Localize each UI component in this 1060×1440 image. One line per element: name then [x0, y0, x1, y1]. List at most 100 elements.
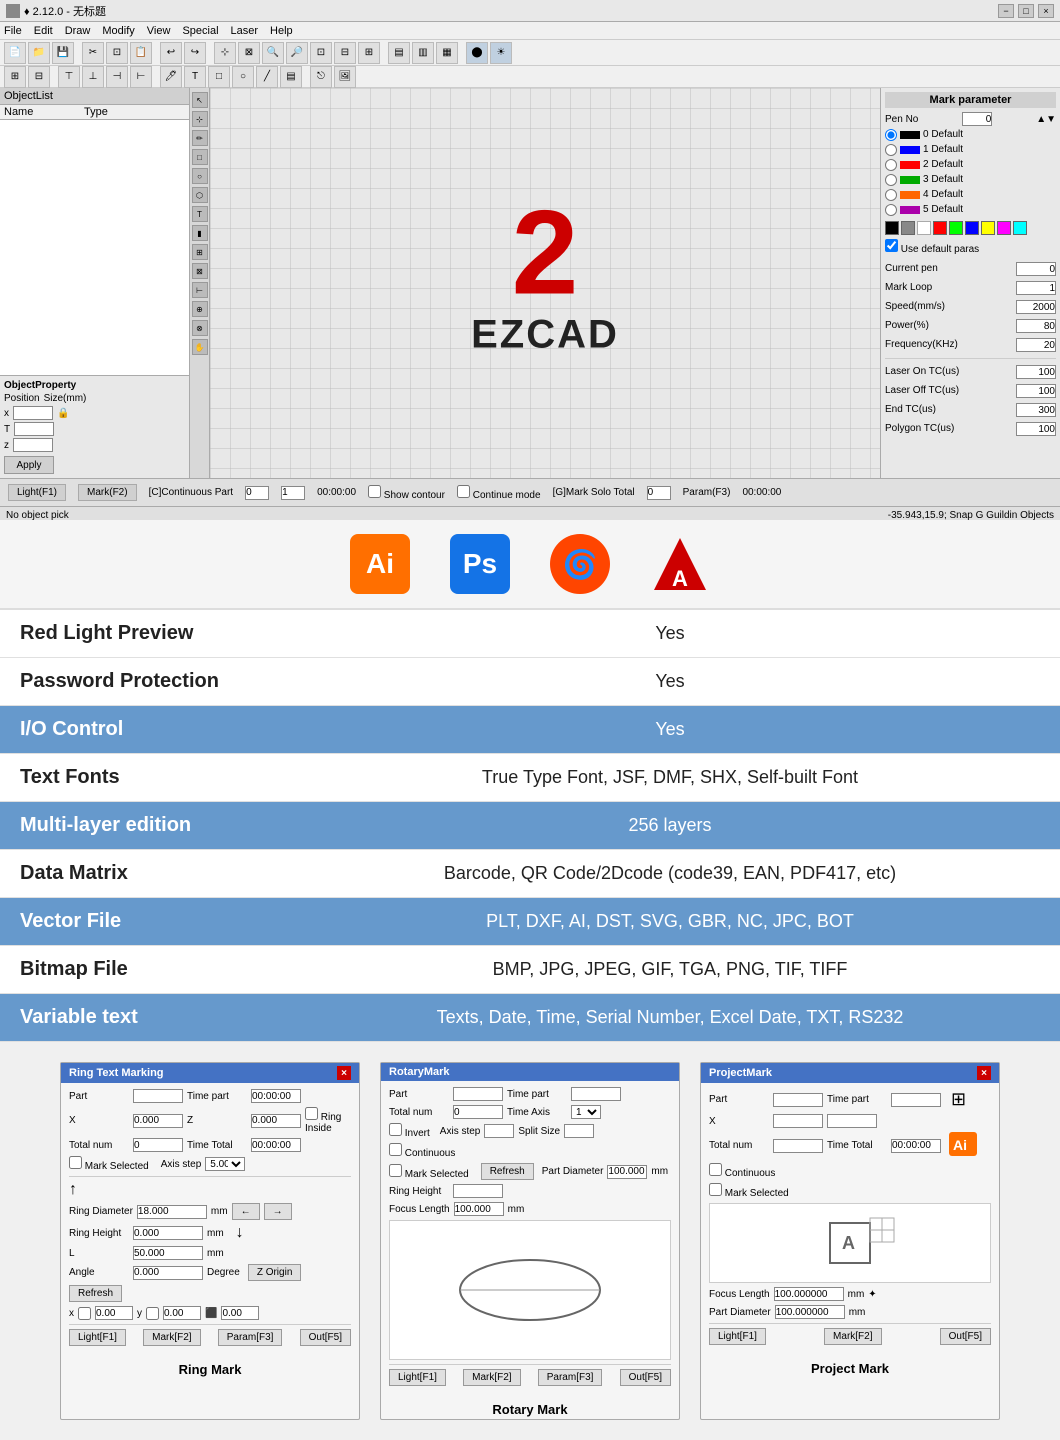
- menu-view[interactable]: View: [147, 25, 171, 37]
- ring-light-btn[interactable]: Light[F1]: [69, 1329, 126, 1346]
- rotary-partdiam-input[interactable]: [607, 1165, 647, 1179]
- select-tool[interactable]: ↖: [192, 92, 208, 108]
- ring-right-btn[interactable]: →: [264, 1203, 292, 1220]
- continuous-p-input[interactable]: [245, 486, 269, 500]
- tb-align-left[interactable]: ▤: [388, 42, 410, 64]
- tb-undo[interactable]: ↩: [160, 42, 182, 64]
- swatch-yellow[interactable]: [981, 221, 995, 235]
- tb-copy[interactable]: ⊡: [106, 42, 128, 64]
- barcode-tool[interactable]: ▮: [192, 225, 208, 241]
- project-timepart-input[interactable]: [891, 1093, 941, 1107]
- ring-mark-btn[interactable]: Mark[F2]: [143, 1329, 200, 1346]
- rotary-timepart-input[interactable]: [571, 1087, 621, 1101]
- ring-dialog-close[interactable]: ×: [337, 1066, 351, 1080]
- tb-align-bottom[interactable]: ⊥: [82, 66, 104, 88]
- rect-tool[interactable]: □: [192, 149, 208, 165]
- font-icon[interactable]: A: [650, 534, 710, 594]
- pen-radio-5[interactable]: [885, 204, 897, 216]
- ring-height-input[interactable]: [133, 1226, 203, 1240]
- tb-bitmap[interactable]: 🖼: [334, 66, 356, 88]
- tb-paste[interactable]: 📋: [130, 42, 152, 64]
- zoom-tool[interactable]: ⊕: [192, 301, 208, 317]
- y-input[interactable]: [14, 422, 54, 436]
- pen-radio-0[interactable]: [885, 129, 897, 141]
- window-controls[interactable]: − □ ×: [998, 4, 1054, 18]
- text-tool[interactable]: T: [192, 206, 208, 222]
- tb-hatch[interactable]: ▤: [280, 66, 302, 88]
- x-input[interactable]: [13, 406, 53, 420]
- tb-text[interactable]: T: [184, 66, 206, 88]
- close-button[interactable]: ×: [1038, 4, 1054, 18]
- menu-special[interactable]: Special: [182, 25, 218, 37]
- pen-radio-3[interactable]: [885, 174, 897, 186]
- tb-light[interactable]: ☀: [490, 42, 512, 64]
- menu-laser[interactable]: Laser: [231, 25, 259, 37]
- rotary-marksel-cb[interactable]: [389, 1164, 402, 1177]
- tb-select[interactable]: ⊹: [214, 42, 236, 64]
- current-pen-input[interactable]: [1016, 262, 1056, 276]
- table-tool[interactable]: ⊞: [192, 244, 208, 260]
- freq-input[interactable]: [1016, 338, 1056, 352]
- ring-out-btn[interactable]: Out[F5]: [300, 1329, 351, 1346]
- ring-timetotal-input[interactable]: [251, 1138, 301, 1152]
- tb-import[interactable]: ⎋: [310, 66, 332, 88]
- project-focus-input[interactable]: [774, 1287, 844, 1301]
- rotary-mark-btn[interactable]: Mark[F2]: [463, 1369, 520, 1386]
- project-x-input[interactable]: [773, 1114, 823, 1128]
- project-x2-input[interactable]: [827, 1114, 877, 1128]
- ring-moveval-input[interactable]: [221, 1306, 259, 1320]
- ring-part-input[interactable]: [133, 1089, 183, 1103]
- tb-pen[interactable]: 🖊: [160, 66, 182, 88]
- ring-inside-cb[interactable]: [305, 1107, 318, 1120]
- poly-tc-input[interactable]: [1016, 422, 1056, 436]
- tb-node[interactable]: ⊠: [238, 42, 260, 64]
- pen-radio-4[interactable]: [885, 189, 897, 201]
- project-light-btn[interactable]: Light[F1]: [709, 1328, 766, 1345]
- tb-zoom-fit[interactable]: ⊡: [310, 42, 332, 64]
- project-dialog-close[interactable]: ×: [977, 1066, 991, 1080]
- tb-zoom-in[interactable]: 🔍: [262, 42, 284, 64]
- ring-refresh-btn[interactable]: Refresh: [69, 1285, 122, 1302]
- rotary-part-input[interactable]: [453, 1087, 503, 1101]
- ring-axisstep-select[interactable]: 5.00: [205, 1157, 245, 1171]
- tb-align-top[interactable]: ⊤: [58, 66, 80, 88]
- ring-marksel-cb[interactable]: [69, 1156, 82, 1169]
- tb-open[interactable]: 📁: [28, 42, 50, 64]
- ring-y-cb[interactable]: [146, 1307, 159, 1320]
- menu-draw[interactable]: Draw: [65, 25, 91, 37]
- tb-zoom-all[interactable]: ⊞: [358, 42, 380, 64]
- project-marksel-cb[interactable]: [709, 1183, 722, 1196]
- ring-timepart-input[interactable]: [251, 1089, 301, 1103]
- mark-loop-input[interactable]: [1016, 281, 1056, 295]
- tb-zoom-sel[interactable]: ⊟: [334, 42, 356, 64]
- swatch-magenta[interactable]: [997, 221, 1011, 235]
- adobe-illustrator-icon[interactable]: Ai: [350, 534, 410, 594]
- ring-angle-input[interactable]: [133, 1266, 203, 1280]
- laser-off-input[interactable]: [1016, 384, 1056, 398]
- maximize-button[interactable]: □: [1018, 4, 1034, 18]
- rotary-focus-input[interactable]: [454, 1202, 504, 1216]
- laser-on-input[interactable]: [1016, 365, 1056, 379]
- pen-radio-1[interactable]: [885, 144, 897, 156]
- tb-redo[interactable]: ↪: [184, 42, 206, 64]
- menu-edit[interactable]: Edit: [34, 25, 53, 37]
- g-mark-input[interactable]: [647, 486, 671, 500]
- ring-x-cb[interactable]: [78, 1307, 91, 1320]
- rotary-invert-cb[interactable]: [389, 1123, 402, 1136]
- ring-left-btn[interactable]: ←: [232, 1203, 260, 1220]
- rotary-param-btn[interactable]: Param[F3]: [538, 1369, 603, 1386]
- project-totalnum-input[interactable]: [773, 1139, 823, 1153]
- continuous-n-input[interactable]: [281, 486, 305, 500]
- ring-z-input[interactable]: [251, 1114, 301, 1128]
- minimize-button[interactable]: −: [998, 4, 1014, 18]
- rotary-cont-cb[interactable]: [389, 1143, 402, 1156]
- pen-radio-2[interactable]: [885, 159, 897, 171]
- sketch-icon[interactable]: 🌀: [550, 534, 610, 594]
- ring-param-btn[interactable]: Param[F3]: [218, 1329, 283, 1346]
- rotary-out-btn[interactable]: Out[F5]: [620, 1369, 671, 1386]
- poly-tool[interactable]: ⬡: [192, 187, 208, 203]
- swatch-blue[interactable]: [965, 221, 979, 235]
- swatch-gray[interactable]: [901, 221, 915, 235]
- menu-help[interactable]: Help: [270, 25, 293, 37]
- tb-align-right[interactable]: ▦: [436, 42, 458, 64]
